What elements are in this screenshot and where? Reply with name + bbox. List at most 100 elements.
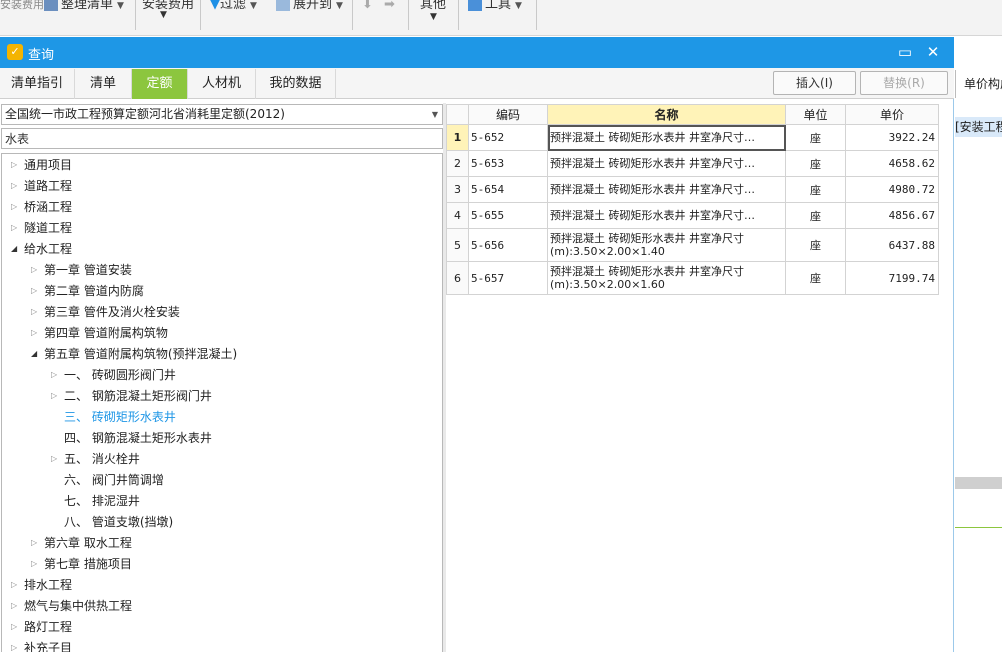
tree-node[interactable]: 四、 钢筋混凝土矩形水表井 [51,428,212,448]
expand-arrow-icon[interactable]: ▷ [11,176,21,196]
expand-arrow-icon[interactable]: ▷ [31,323,41,343]
cell-name[interactable]: 预拌混凝土 砖砌矩形水表井 井室净尺寸… [547,176,786,203]
tree-node[interactable]: 八、 管道支墩(挡墩) [51,512,173,532]
cell-unit[interactable]: 座 [785,124,846,151]
cell-code[interactable]: 5-657 [468,261,548,295]
cell-price[interactable]: 4658.62 [845,150,939,177]
tree-node[interactable]: ▷ 隧道工程 [11,218,72,238]
tree-node[interactable]: ▷ 补充子目 [11,638,72,652]
expand-arrow-icon[interactable]: ▷ [11,617,21,637]
toolbar-item-0[interactable]: 安装费用 [0,0,44,14]
toolbar-tools[interactable]: 工具 ▼ [468,0,522,14]
expand-arrow-icon[interactable]: ▷ [31,260,41,280]
collapse-arrow-icon[interactable]: ◢ [31,344,41,364]
cell-code[interactable]: 5-653 [468,150,548,177]
expand-arrow-icon[interactable]: ▷ [31,554,41,574]
column-header-name[interactable]: 名称 [547,104,786,125]
cell-price[interactable]: 7199.74 [845,261,939,295]
cell-price[interactable]: 3922.24 [845,124,939,151]
expand-arrow-icon[interactable]: ▷ [31,281,41,301]
tree-node[interactable]: ◢ 给水工程 [11,239,72,259]
tab-quota[interactable]: 定额 [132,69,188,99]
cell-unit[interactable]: 座 [785,228,846,262]
tree-node[interactable]: ▷ 二、 钢筋混凝土矩形阀门井 [51,386,212,406]
table-row[interactable]: 2 5-653 预拌混凝土 砖砌矩形水表井 井室净尺寸… 座 4658.62 [446,150,939,177]
search-input[interactable] [1,128,443,149]
cell-unit[interactable]: 座 [785,202,846,229]
tab-list[interactable]: 清单 [75,69,132,99]
expand-arrow-icon[interactable]: ▷ [51,449,61,469]
cell-code[interactable]: 5-656 [468,228,548,262]
toolbar-expand-to[interactable]: 展开到 ▼ [276,0,343,14]
column-header-price[interactable]: 单价 [845,104,939,125]
toolbar-install-fee[interactable]: 安装费用 [142,0,194,14]
table-row[interactable]: 3 5-654 预拌混凝土 砖砌矩形水表井 井室净尺寸… 座 4980.72 [446,176,939,203]
tree-node[interactable]: ▷ 五、 消火栓井 [51,449,140,469]
background-row[interactable]: [安装工程 [955,117,1002,137]
quota-library-select[interactable]: 全国统一市政工程预算定额河北省消耗里定额(2012) ▼ [1,104,443,125]
arrow-right-icon[interactable]: ➡ [384,0,395,14]
table-row[interactable]: 4 5-655 预拌混凝土 砖砌矩形水表井 井室净尺寸… 座 4856.67 [446,202,939,229]
expand-arrow-icon[interactable]: ▷ [11,218,21,238]
cell-price[interactable]: 4856.67 [845,202,939,229]
tree-node[interactable]: ▷ 桥涵工程 [11,197,72,217]
cell-unit[interactable]: 座 [785,150,846,177]
collapse-arrow-icon[interactable]: ◢ [11,239,21,259]
column-header-unit[interactable]: 单位 [785,104,846,125]
tree-node[interactable]: ▷ 第一章 管道安装 [31,260,132,280]
column-header-code[interactable]: 编码 [468,104,548,125]
tree-node[interactable]: 七、 排泥湿井 [51,491,140,511]
tab-labor-material-machine[interactable]: 人材机 [188,69,256,99]
expand-arrow-icon[interactable]: ▷ [11,638,21,652]
cell-name[interactable]: 预拌混凝土 砖砌矩形水表井 井室净尺寸… [547,124,786,151]
cell-code[interactable]: 5-652 [468,124,548,151]
cell-price[interactable]: 4980.72 [845,176,939,203]
table-row[interactable]: 5 5-656 预拌混凝土 砖砌矩形水表井 井室净尺寸 (m):3.50×2.00… [446,228,939,262]
expand-arrow-icon[interactable]: ▷ [51,365,61,385]
tree-node[interactable]: ◢ 第五章 管道附属构筑物(预拌混凝土) [31,344,237,364]
replace-button[interactable]: 替换(R) [860,71,948,95]
tree-node-selected[interactable]: 三、 砖砌矩形水表井 [51,407,176,427]
close-icon[interactable]: ✕ [922,41,944,63]
tree-node[interactable]: ▷ 第四章 管道附属构筑物 [31,323,168,343]
cell-name[interactable]: 预拌混凝土 砖砌矩形水表井 井室净尺寸… [547,150,786,177]
arrow-down-icon[interactable]: ⬇ [362,0,373,14]
cell-name[interactable]: 预拌混凝土 砖砌矩形水表井 井室净尺寸… [547,202,786,229]
dialog-titlebar[interactable]: ✓ 查询 ▭ ✕ [0,37,954,68]
cell-name[interactable]: 预拌混凝土 砖砌矩形水表井 井室净尺寸 (m):3.50×2.00×1.60 [547,261,786,295]
expand-arrow-icon[interactable]: ▷ [31,302,41,322]
toolbar-filter[interactable]: ▼过滤 ▼ [210,0,257,14]
cell-name[interactable]: 预拌混凝土 砖砌矩形水表井 井室净尺寸 (m):3.50×2.00×1.40 [547,228,786,262]
insert-button[interactable]: 插入(I) [773,71,856,95]
background-scrollbar[interactable] [955,477,1002,489]
expand-arrow-icon[interactable]: ▷ [11,197,21,217]
cell-price[interactable]: 6437.88 [845,228,939,262]
tree-node[interactable]: ▷ 路灯工程 [11,617,72,637]
tree-node[interactable]: ▷ 排水工程 [11,575,72,595]
cell-code[interactable]: 5-654 [468,176,548,203]
toolbar-organize-list[interactable]: 整理清单 ▼ [44,0,124,14]
tree-node[interactable]: ▷ 第二章 管道内防腐 [31,281,144,301]
tab-list-guide[interactable]: 清单指引 [0,69,75,99]
cell-unit[interactable]: 座 [785,176,846,203]
maximize-icon[interactable]: ▭ [894,41,916,63]
cell-unit[interactable]: 座 [785,261,846,295]
table-row[interactable]: 6 5-657 预拌混凝土 砖砌矩形水表井 井室净尺寸 (m):3.50×2.00… [446,261,939,295]
tree-node[interactable]: ▷ 燃气与集中供热工程 [11,596,132,616]
cell-code[interactable]: 5-655 [468,202,548,229]
tree-node[interactable]: ▷ 第六章 取水工程 [31,533,132,553]
tree-node[interactable]: ▷ 第三章 管件及消火栓安装 [31,302,180,322]
tab-my-data[interactable]: 我的数据 [256,69,336,99]
tree-node[interactable]: ▷ 道路工程 [11,176,72,196]
table-row[interactable]: 1 5-652 预拌混凝土 砖砌矩形水表井 井室净尺寸… 座 3922.24 [446,124,939,151]
tree-node[interactable]: ▷ 一、 砖砌圆形阀门井 [51,365,176,385]
expand-arrow-icon[interactable]: ▷ [31,533,41,553]
expand-arrow-icon[interactable]: ▷ [11,155,21,175]
expand-arrow-icon[interactable]: ▷ [11,596,21,616]
tab-unit-price-composition[interactable]: 单价构成 [955,70,1002,98]
expand-arrow-icon[interactable]: ▷ [11,575,21,595]
tree-node[interactable]: ▷ 通用项目 [11,155,72,175]
expand-arrow-icon[interactable]: ▷ [51,386,61,406]
tree-node[interactable]: 六、 阀门井筒调增 [51,470,164,490]
tree-node[interactable]: ▷ 第七章 措施项目 [31,554,132,574]
